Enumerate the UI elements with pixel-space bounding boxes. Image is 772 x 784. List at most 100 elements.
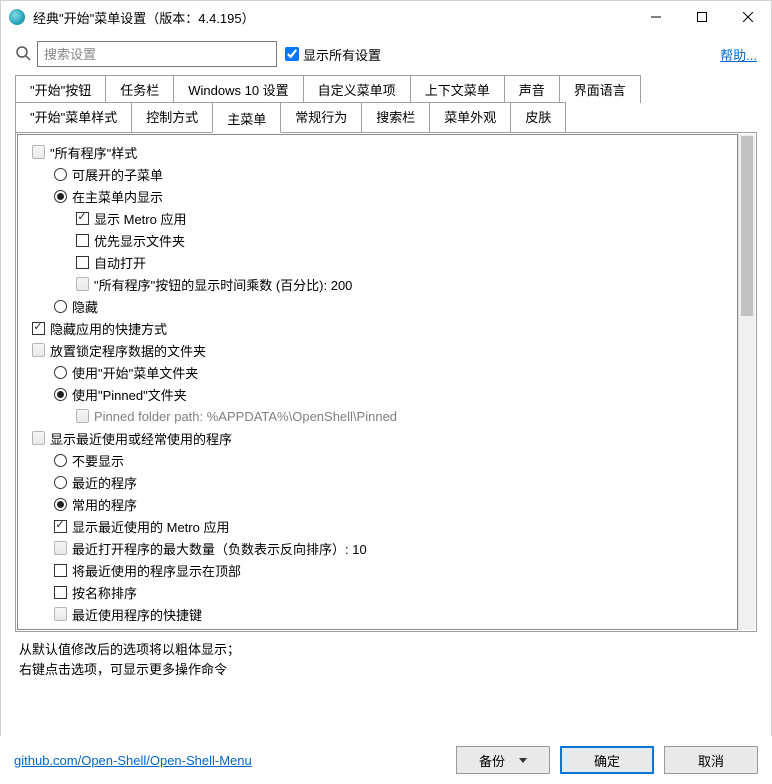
settings-tree[interactable]: "所有程序"样式可展开的子菜单在主菜单内显示显示 Metro 应用优先显示文件夹…: [17, 134, 738, 630]
tab-taskbar[interactable]: 任务栏: [105, 75, 174, 103]
tree-label: 在主菜单内显示: [72, 187, 163, 206]
backup-label: 备份: [479, 751, 505, 770]
radio-icon[interactable]: [54, 498, 67, 511]
tree-label: 按名称排序: [72, 583, 137, 602]
note-icon: [32, 145, 45, 159]
tab-start-button[interactable]: "开始"按钮: [15, 75, 106, 103]
tab-menu-appearance[interactable]: 菜单外观: [429, 102, 511, 132]
tree-label: 常用的程序: [72, 495, 137, 514]
tree-row[interactable]: Pinned folder path: %APPDATA%\OpenShell\…: [22, 405, 733, 427]
bottom-bar: github.com/Open-Shell/Open-Shell-Menu 备份…: [0, 736, 772, 784]
tab-row-1: "开始"按钮任务栏Windows 10 设置自定义菜单项上下文菜单声音界面语言: [15, 75, 757, 103]
hint-text: 从默认值修改后的选项将以粗体显示； 右键点击选项，可显示更多操作命令: [19, 640, 753, 680]
tab-ui-language[interactable]: 界面语言: [559, 75, 641, 103]
checkbox-icon[interactable]: [54, 586, 67, 599]
window-buttons: [633, 1, 771, 33]
tree-row[interactable]: 显示最近使用或经常使用的程序: [22, 427, 733, 449]
tree-label: 可展开的子菜单: [72, 165, 163, 184]
tree-label: "所有程序"样式: [50, 143, 137, 162]
help-link[interactable]: 帮助...: [720, 45, 757, 64]
close-button[interactable]: [725, 1, 771, 33]
tab-container: "开始"按钮任务栏Windows 10 设置自定义菜单项上下文菜单声音界面语言 …: [1, 75, 771, 132]
cancel-label: 取消: [698, 751, 724, 770]
tree-label: 最近打开程序的最大数量（负数表示反向排序）: 10: [72, 539, 367, 558]
search-wrap: [15, 41, 277, 67]
tree-row[interactable]: 常用的程序: [22, 493, 733, 515]
hint-line-2: 右键点击选项，可显示更多操作命令: [19, 660, 753, 680]
hint-line-1: 从默认值修改后的选项将以粗体显示；: [19, 640, 753, 660]
repo-link[interactable]: github.com/Open-Shell/Open-Shell-Menu: [14, 753, 252, 768]
tree-label: 不要显示: [72, 451, 124, 470]
note-icon: [54, 607, 67, 621]
tab-context-menu[interactable]: 上下文菜单: [410, 75, 505, 103]
tree-row[interactable]: 将最近使用的程序显示在顶部: [22, 559, 733, 581]
ok-button[interactable]: 确定: [560, 746, 654, 774]
tree-row[interactable]: 在主菜单内显示: [22, 185, 733, 207]
tree-row[interactable]: 最近使用程序的快捷键: [22, 603, 733, 625]
checkbox-icon[interactable]: [54, 520, 67, 533]
app-icon: [9, 9, 25, 25]
tab-control-method[interactable]: 控制方式: [131, 102, 213, 132]
tree-row[interactable]: 放置锁定程序数据的文件夹: [22, 339, 733, 361]
tree-row[interactable]: 最近的程序: [22, 471, 733, 493]
tree-row[interactable]: 优先显示文件夹: [22, 229, 733, 251]
scrollbar-thumb[interactable]: [741, 136, 753, 316]
toolbar: 显示所有设置 帮助...: [1, 33, 771, 75]
radio-icon[interactable]: [54, 300, 67, 313]
tree-row[interactable]: 可展开的子菜单: [22, 163, 733, 185]
tree-row[interactable]: 不要显示: [22, 449, 733, 471]
content-pane: "所有程序"样式可展开的子菜单在主菜单内显示显示 Metro 应用优先显示文件夹…: [15, 132, 757, 632]
tree-label: Pinned folder path: %APPDATA%\OpenShell\…: [94, 409, 397, 424]
tree-row[interactable]: 隐藏: [22, 295, 733, 317]
show-all-input[interactable]: [285, 47, 299, 61]
tree-label: 隐藏应用的快捷方式: [50, 319, 167, 338]
show-all-checkbox[interactable]: 显示所有设置: [285, 45, 381, 64]
tree-label: 放置锁定程序数据的文件夹: [50, 341, 206, 360]
tree-row[interactable]: 按名称排序: [22, 581, 733, 603]
tree-row[interactable]: 自动打开: [22, 251, 733, 273]
tab-skin[interactable]: 皮肤: [510, 102, 566, 132]
checkbox-icon[interactable]: [76, 256, 89, 269]
tree-label: 显示 Metro 应用: [94, 209, 186, 228]
vertical-scrollbar[interactable]: [738, 134, 755, 630]
search-input[interactable]: [37, 41, 277, 67]
backup-button[interactable]: 备份: [456, 746, 550, 774]
tab-start-menu-style[interactable]: "开始"菜单样式: [15, 102, 132, 132]
checkbox-icon[interactable]: [76, 212, 89, 225]
tree-row[interactable]: 使用"Pinned"文件夹: [22, 383, 733, 405]
tree-row[interactable]: 显示最近使用的 Metro 应用: [22, 515, 733, 537]
maximize-button[interactable]: [679, 1, 725, 33]
tree-row[interactable]: "所有程序"样式: [22, 141, 733, 163]
tree-label: 显示最近使用的 Metro 应用: [72, 517, 229, 536]
checkbox-icon[interactable]: [76, 234, 89, 247]
radio-icon[interactable]: [54, 476, 67, 489]
tab-search-bar[interactable]: 搜索栏: [361, 102, 430, 132]
radio-icon[interactable]: [54, 190, 67, 203]
chevron-down-icon: [519, 758, 527, 763]
minimize-button[interactable]: [633, 1, 679, 33]
tree-row[interactable]: "所有程序"按钮的显示时间乘数 (百分比): 200: [22, 273, 733, 295]
tree-label: 显示最近使用或经常使用的程序: [50, 429, 232, 448]
cancel-button[interactable]: 取消: [664, 746, 758, 774]
tree-row[interactable]: 使用"开始"菜单文件夹: [22, 361, 733, 383]
tab-main-menu[interactable]: 主菜单: [212, 102, 281, 133]
tab-sound[interactable]: 声音: [504, 75, 560, 103]
tab-general-behavior[interactable]: 常规行为: [280, 102, 362, 132]
radio-icon[interactable]: [54, 366, 67, 379]
tree-row[interactable]: 最近打开程序的最大数量（负数表示反向排序）: 10: [22, 537, 733, 559]
tree-label: 将最近使用的程序显示在顶部: [72, 561, 241, 580]
tab-custom-menu-items[interactable]: 自定义菜单项: [303, 75, 411, 103]
checkbox-icon[interactable]: [54, 564, 67, 577]
checkbox-icon[interactable]: [32, 322, 45, 335]
note-icon: [32, 431, 45, 445]
tree-row[interactable]: 隐藏应用的快捷方式: [22, 317, 733, 339]
tree-label: 自动打开: [94, 253, 146, 272]
tree-row[interactable]: 显示 Metro 应用: [22, 207, 733, 229]
tree-label: "所有程序"按钮的显示时间乘数 (百分比): 200: [94, 275, 352, 294]
tab-win10-settings[interactable]: Windows 10 设置: [173, 75, 303, 103]
tree-label: 优先显示文件夹: [94, 231, 185, 250]
radio-icon[interactable]: [54, 168, 67, 181]
radio-icon[interactable]: [54, 388, 67, 401]
radio-icon[interactable]: [54, 454, 67, 467]
note-icon: [32, 343, 45, 357]
